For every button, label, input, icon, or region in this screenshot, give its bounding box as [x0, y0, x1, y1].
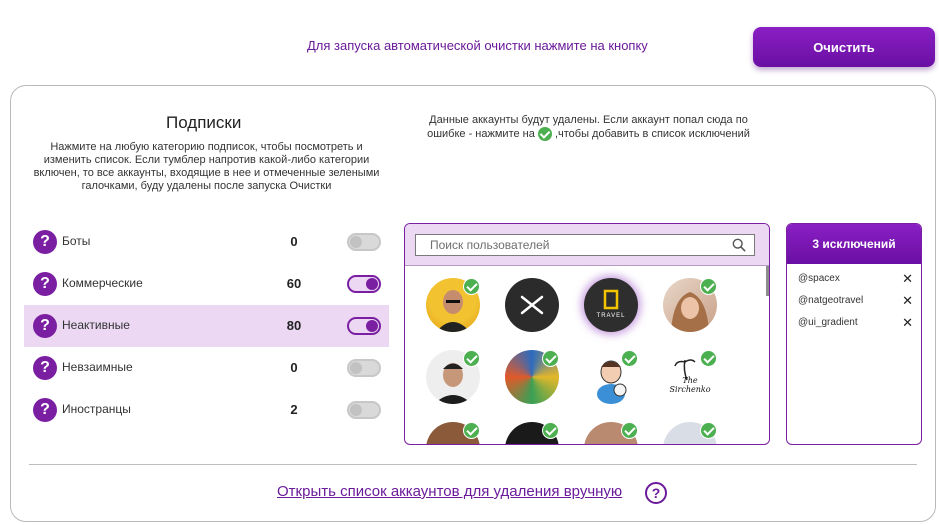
category-toggle[interactable] — [347, 317, 381, 335]
exclusion-item: @ui_gradient ✕ — [787, 312, 921, 334]
clean-button[interactable]: Очистить — [753, 27, 935, 67]
check-icon[interactable] — [542, 422, 559, 439]
close-icon[interactable]: ✕ — [902, 290, 913, 312]
check-icon[interactable] — [621, 350, 638, 367]
account-avatar[interactable] — [505, 278, 559, 332]
account-avatar[interactable]: TRAVEL — [584, 278, 638, 332]
check-icon[interactable] — [542, 350, 559, 367]
accounts-box: TRAVEL — [404, 223, 770, 445]
exclusion-handle: @ui_gradient — [798, 317, 858, 328]
search-input[interactable] — [416, 235, 736, 255]
close-icon[interactable]: ✕ — [902, 312, 913, 334]
check-icon[interactable] — [463, 350, 480, 367]
category-row-commercial[interactable]: ? Коммерческие 60 — [24, 263, 389, 305]
category-label: Боты — [62, 234, 91, 248]
question-icon[interactable]: ? — [33, 230, 57, 254]
accounts-description: Данные аккаунты будут удалены. Если акка… — [416, 113, 761, 142]
manual-list-link[interactable]: Открыть список аккаунтов для удаления вр… — [277, 483, 622, 500]
divider — [29, 464, 917, 465]
search-icon[interactable] — [732, 238, 746, 252]
category-toggle[interactable] — [347, 275, 381, 293]
subscriptions-title: Подписки — [166, 113, 242, 132]
question-icon[interactable]: ? — [33, 356, 57, 380]
toggle-knob — [366, 320, 378, 332]
toggle-knob — [350, 404, 362, 416]
question-icon[interactable]: ? — [33, 398, 57, 422]
check-icon[interactable] — [621, 422, 638, 439]
category-row-bots[interactable]: ? Боты 0 — [24, 221, 389, 263]
category-count: 2 — [290, 402, 298, 417]
exclusion-item: @natgeotravel ✕ — [787, 290, 921, 312]
category-label: Иностранцы — [62, 402, 131, 416]
toggle-knob — [366, 278, 378, 290]
help-icon[interactable]: ? — [645, 482, 667, 504]
toggle-knob — [350, 362, 362, 374]
exclusions-box: 3 исключений @spacex ✕ @natgeotravel ✕ @… — [786, 223, 922, 445]
category-row-foreigners[interactable]: ? Иностранцы 2 — [24, 389, 389, 431]
accounts-description-part2: ,чтобы добавить в список исключений — [551, 128, 750, 140]
top-hint: Для запуска автоматической очистки нажми… — [307, 38, 648, 53]
toggle-knob — [350, 236, 362, 248]
category-toggle[interactable] — [347, 359, 381, 377]
category-label: Невзаимные — [62, 360, 133, 374]
category-count: 60 — [286, 276, 302, 291]
accounts-grid: TRAVEL The Sirchenko — [405, 266, 769, 444]
close-icon[interactable]: ✕ — [902, 268, 913, 290]
category-count: 0 — [290, 234, 298, 249]
avatar-text-travel: TRAVEL — [596, 313, 626, 319]
exclusion-handle: @natgeotravel — [798, 295, 864, 306]
check-icon — [537, 127, 552, 142]
category-count: 80 — [286, 318, 302, 333]
question-icon[interactable]: ? — [33, 272, 57, 296]
check-icon[interactable] — [700, 350, 717, 367]
question-icon[interactable]: ? — [33, 314, 57, 338]
check-icon[interactable] — [463, 278, 480, 295]
category-label: Неактивные — [62, 318, 130, 332]
check-icon[interactable] — [463, 422, 480, 439]
scrollbar[interactable] — [766, 266, 769, 296]
check-icon[interactable] — [700, 278, 717, 295]
category-count: 0 — [290, 360, 298, 375]
exclusion-handle: @spacex — [798, 273, 840, 284]
avatar-text-signature: The Sirchenko — [669, 376, 711, 394]
category-toggle[interactable] — [347, 401, 381, 419]
exclusions-title: 3 исключений — [787, 224, 921, 264]
subscriptions-description: Нажмите на любую категорию подписок, что… — [33, 141, 380, 192]
exclusion-item: @spacex ✕ — [787, 268, 921, 290]
category-label: Коммерческие — [62, 276, 143, 290]
check-icon[interactable] — [700, 422, 717, 439]
category-toggle[interactable] — [347, 233, 381, 251]
category-row-nonmutual[interactable]: ? Невзаимные 0 — [24, 347, 389, 389]
main-panel: Подписки Нажмите на любую категорию подп… — [10, 85, 936, 522]
accounts-header — [405, 224, 769, 266]
search-field[interactable] — [415, 234, 755, 256]
category-row-inactive[interactable]: ? Неактивные 80 — [24, 305, 389, 347]
